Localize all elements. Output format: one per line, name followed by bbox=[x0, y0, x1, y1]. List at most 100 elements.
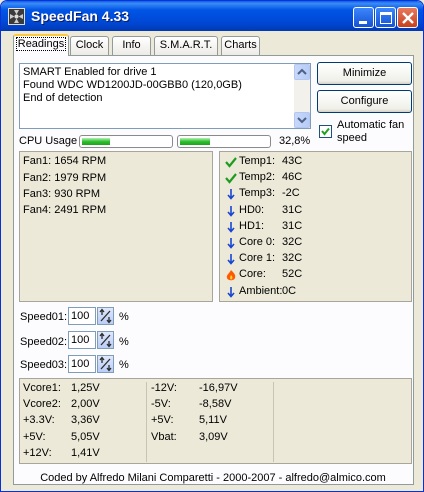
configure-button[interactable]: Configure bbox=[317, 90, 412, 113]
spin-arrows-icon bbox=[99, 332, 112, 348]
temperature-name: Core 1: bbox=[239, 252, 276, 264]
arrow-down-icon bbox=[227, 238, 235, 249]
cpu-core-1-bar bbox=[177, 135, 271, 148]
maximize-icon bbox=[380, 12, 392, 24]
voltage-column-divider bbox=[146, 382, 147, 462]
speed02-unit: % bbox=[119, 336, 129, 348]
temperature-name: Core: bbox=[239, 268, 266, 280]
arrow-down-icon bbox=[227, 189, 235, 200]
minimize-icon bbox=[359, 21, 367, 24]
voltage-name: +3.3V: bbox=[23, 414, 55, 426]
arrow-down-icon bbox=[227, 206, 235, 217]
cpu-core-0-bar bbox=[79, 135, 173, 148]
temperature-value: 31C bbox=[282, 220, 303, 232]
voltage-name: -5V: bbox=[151, 398, 171, 410]
arrow-down-icon bbox=[227, 287, 235, 298]
voltage-column-divider bbox=[273, 382, 274, 462]
speed01-input[interactable]: 100 bbox=[68, 307, 96, 325]
temperature-name: HD0: bbox=[239, 204, 265, 216]
temperature-name: Ambient: bbox=[239, 285, 283, 297]
automatic-fan-speed-checkbox[interactable] bbox=[319, 125, 332, 138]
speed03-input[interactable]: 100 bbox=[68, 355, 96, 373]
speed01-label: Speed01: bbox=[20, 311, 68, 323]
voltage-name: +5V: bbox=[23, 431, 46, 443]
scroll-down-button[interactable] bbox=[294, 112, 310, 128]
fan-reading: Fan3: 930 RPM bbox=[23, 188, 101, 200]
tab-charts[interactable]: Charts bbox=[221, 36, 260, 55]
temperature-value: 32C bbox=[282, 252, 303, 264]
voltage-name: Vcore1: bbox=[23, 382, 61, 394]
flame-icon bbox=[226, 270, 236, 281]
tab-readings[interactable]: Readings bbox=[13, 34, 69, 56]
spin-arrows-icon bbox=[99, 308, 112, 324]
voltage-value: -8,58V bbox=[199, 398, 232, 410]
temperature-name: Core 0: bbox=[239, 236, 276, 248]
voltage-name: Vcore2: bbox=[23, 398, 61, 410]
minimize-window-button[interactable] bbox=[353, 7, 374, 28]
title-bar[interactable]: SpeedFan 4.33 bbox=[1, 1, 423, 31]
temperature-value: -2C bbox=[282, 187, 300, 199]
speedfan-window: SpeedFan 4.33 Readings Clock Info S.M.A.… bbox=[0, 0, 424, 492]
checkmark-icon bbox=[321, 127, 330, 136]
spin-arrows-icon bbox=[99, 356, 112, 372]
scroll-up-button[interactable] bbox=[294, 64, 310, 80]
temperature-name: Temp1: bbox=[239, 155, 276, 167]
temperature-name: Temp3: bbox=[239, 187, 276, 199]
voltage-name: +5V: bbox=[151, 414, 174, 426]
temperature-value: 0C bbox=[282, 285, 297, 297]
speed02-label: Speed02: bbox=[20, 336, 68, 348]
log-line: End of detection bbox=[23, 92, 103, 104]
temperature-name: Temp2: bbox=[239, 171, 276, 183]
voltage-value: 1,25V bbox=[71, 382, 100, 394]
arrow-down-icon bbox=[297, 117, 307, 124]
fan-app-icon bbox=[8, 8, 25, 25]
speed02-spinner[interactable] bbox=[97, 331, 114, 349]
speed02-input[interactable]: 100 bbox=[68, 331, 96, 349]
temperature-value: 52C bbox=[282, 268, 303, 280]
cpu-usage-percent: 32,8% bbox=[279, 135, 311, 147]
tab-info[interactable]: Info bbox=[112, 36, 151, 55]
automatic-fan-speed-label[interactable]: Automatic fan speed bbox=[337, 119, 412, 145]
arrow-down-icon bbox=[227, 254, 235, 265]
voltage-value: 1,41V bbox=[71, 447, 100, 459]
temperature-value: 31C bbox=[282, 204, 303, 216]
fan-reading: Fan4: 2491 RPM bbox=[23, 204, 107, 216]
voltage-value: 5,11V bbox=[199, 414, 227, 426]
detection-log[interactable]: SMART Enabled for drive 1 Found WDC WD12… bbox=[19, 63, 311, 129]
speed03-unit: % bbox=[119, 359, 129, 371]
cpu-core-1-fill bbox=[180, 138, 210, 145]
voltage-name: -12V: bbox=[151, 382, 177, 394]
tab-clock[interactable]: Clock bbox=[70, 36, 109, 55]
close-icon bbox=[402, 12, 414, 24]
maximize-window-button[interactable] bbox=[375, 7, 396, 28]
speed03-label: Speed03: bbox=[20, 359, 68, 371]
minimize-button[interactable]: Minimize bbox=[317, 62, 412, 85]
close-window-button[interactable] bbox=[397, 7, 418, 28]
voltage-value: 3,36V bbox=[71, 414, 100, 426]
voltage-name: Vbat: bbox=[151, 431, 177, 443]
log-scrollbar[interactable] bbox=[294, 64, 310, 128]
speed01-spinner[interactable] bbox=[97, 307, 114, 325]
speed01-unit: % bbox=[119, 311, 129, 323]
log-line: Found WDC WD1200JD-00GBB0 (120,0GB) bbox=[23, 79, 242, 91]
arrow-down-icon bbox=[227, 222, 235, 233]
check-icon bbox=[225, 173, 237, 184]
log-line: SMART Enabled for drive 1 bbox=[23, 66, 157, 78]
voltage-value: 3,09V bbox=[199, 431, 228, 443]
voltage-name: +12V: bbox=[23, 447, 52, 459]
window-title: SpeedFan 4.33 bbox=[31, 8, 130, 24]
speed03-spinner[interactable] bbox=[97, 355, 114, 373]
cpu-core-0-fill bbox=[82, 138, 110, 145]
temperature-value: 43C bbox=[282, 155, 303, 167]
check-icon bbox=[225, 157, 237, 168]
cpu-usage-label: CPU Usage bbox=[19, 135, 78, 147]
tab-smart[interactable]: S.M.A.R.T. bbox=[154, 36, 218, 55]
voltage-value: -16,97V bbox=[199, 382, 238, 394]
voltage-value: 5,05V bbox=[71, 431, 100, 443]
fan-reading: Fan1: 1654 RPM bbox=[23, 155, 107, 167]
temperature-value: 32C bbox=[282, 236, 303, 248]
voltage-value: 2,00V bbox=[71, 398, 100, 410]
credits-footer: Coded by Alfredo Milani Comparetti - 200… bbox=[40, 472, 386, 484]
temperature-value: 46C bbox=[282, 171, 303, 183]
fan-reading: Fan2: 1979 RPM bbox=[23, 172, 107, 184]
